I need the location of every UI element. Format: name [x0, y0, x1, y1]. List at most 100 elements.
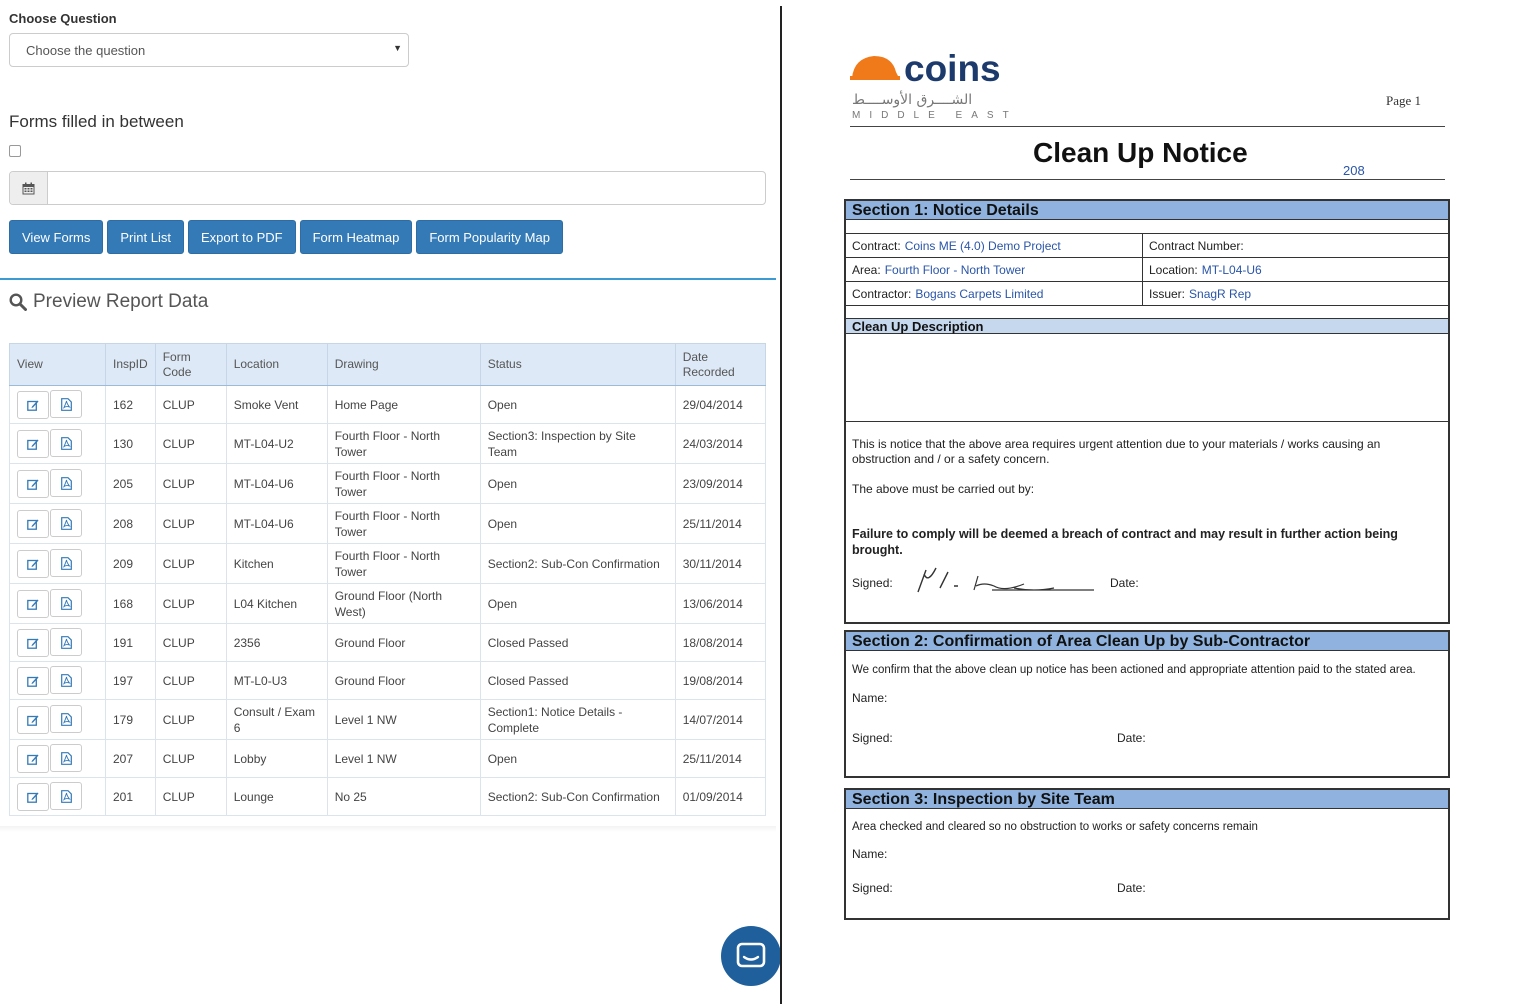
- form-code-cell: CLUP: [154, 623, 227, 662]
- section-3-text: Area checked and cleared so no obstructi…: [852, 821, 1258, 833]
- pdf-icon[interactable]: [50, 549, 82, 578]
- form-code-cell: CLUP: [154, 503, 227, 544]
- form-popularity-map-button[interactable]: Form Popularity Map: [416, 220, 563, 254]
- view-cell: [9, 503, 106, 544]
- date-recorded-cell: 24/03/2014: [674, 423, 767, 464]
- pdf-icon[interactable]: [50, 705, 82, 734]
- report-table-body: 162 CLUP Smoke Vent Home Page Open 29/04/2014…: [9, 385, 767, 816]
- export-pdf-button[interactable]: Export to PDF: [187, 220, 296, 254]
- form-code-cell: CLUP: [154, 777, 227, 816]
- col-view[interactable]: View: [9, 343, 106, 386]
- notice-text: This is notice that the above area requi…: [852, 437, 1381, 466]
- pdf-icon[interactable]: [50, 628, 82, 657]
- location-cell: 2356: [225, 623, 328, 662]
- table-row[interactable]: 197 CLUP MT-L0-U3 Ground Floor Closed Passed…: [9, 661, 767, 700]
- insp-id-cell: 130: [105, 423, 156, 464]
- form-code-cell: CLUP: [154, 661, 227, 700]
- table-row[interactable]: 207 CLUP Lobby Level 1 NW Open 25/11/2014: [9, 739, 767, 778]
- drawing-cell: No 25: [326, 777, 481, 816]
- view-cell: [9, 543, 106, 584]
- location-cell: Lobby: [225, 739, 328, 778]
- view-cell: [9, 777, 106, 816]
- pdf-icon[interactable]: [50, 429, 82, 458]
- drawing-cell: Ground Floor: [326, 623, 481, 662]
- pdf-icon[interactable]: [50, 469, 82, 498]
- drawing-cell: Fourth Floor - North Tower: [326, 423, 481, 464]
- table-row[interactable]: 209 CLUP Kitchen Fourth Floor - North Tower…: [9, 543, 767, 584]
- section-2-date-label: Date:: [1117, 731, 1146, 745]
- edit-icon[interactable]: [17, 666, 49, 695]
- pdf-icon[interactable]: [50, 782, 82, 811]
- section-3-signature-row: Signed: Date:: [846, 861, 1448, 901]
- status-cell: Open: [479, 739, 676, 778]
- form-heatmap-button[interactable]: Form Heatmap: [299, 220, 413, 254]
- status-cell: Section2: Sub-Con Confirmation: [479, 777, 676, 816]
- col-insp-id[interactable]: InspID: [105, 343, 156, 386]
- section-1-signed-label: Signed:: [852, 576, 893, 590]
- table-row[interactable]: 179 CLUP Consult / Exam 6 Level 1 NW Section…: [9, 699, 767, 740]
- status-cell: Closed Passed: [479, 623, 676, 662]
- col-location[interactable]: Location: [225, 343, 328, 386]
- view-cell: [9, 661, 106, 700]
- logo-arabic: الشــــرق الأوســــط: [852, 92, 973, 108]
- pdf-icon[interactable]: [50, 666, 82, 695]
- insp-id-cell: 197: [105, 661, 156, 700]
- table-row[interactable]: 205 CLUP MT-L04-U6 Fourth Floor - North Tow…: [9, 463, 767, 504]
- drawing-cell: Level 1 NW: [326, 739, 481, 778]
- table-row[interactable]: 130 CLUP MT-L04-U2 Fourth Floor - North Tow…: [9, 423, 767, 464]
- view-forms-button[interactable]: View Forms: [9, 220, 104, 254]
- date-recorded-cell: 29/04/2014: [674, 385, 767, 424]
- coins-logo: coins الشــــرق الأوســــط MIDDLE EAST: [850, 46, 1030, 126]
- edit-icon[interactable]: [17, 628, 49, 657]
- edit-icon[interactable]: [17, 509, 49, 538]
- location-cell: MT-L04-U6: [225, 503, 328, 544]
- status-cell: Closed Passed: [479, 661, 676, 700]
- section-1-signature-row: Signed: Date:: [846, 558, 1448, 598]
- pdf-icon[interactable]: [50, 390, 82, 419]
- drawing-cell: Level 1 NW: [326, 699, 481, 740]
- section-2: Section 2: Confirmation of Area Clean Up…: [844, 630, 1450, 778]
- contractor-row: Contractor: Bogans Carpets Limited Issuer…: [846, 282, 1448, 306]
- area-row: Area: Fourth Floor - North Tower Location…: [846, 258, 1448, 282]
- carried-out-text: The above must be carried out by:: [852, 482, 1035, 496]
- date-filter-checkbox[interactable]: [9, 145, 21, 157]
- edit-icon[interactable]: [17, 589, 49, 618]
- table-row[interactable]: 208 CLUP MT-L04-U6 Fourth Floor - North Tow…: [9, 503, 767, 544]
- insp-id-cell: 162: [105, 385, 156, 424]
- edit-icon[interactable]: [17, 705, 49, 734]
- table-row[interactable]: 201 CLUP Lounge No 25 Section2: Sub-Con Conf…: [9, 777, 767, 816]
- col-form-code[interactable]: Form Code: [154, 343, 227, 386]
- date-recorded-cell: 14/07/2014: [674, 699, 767, 740]
- edit-icon[interactable]: [17, 782, 49, 811]
- pdf-icon[interactable]: [50, 589, 82, 618]
- title-rule: [850, 179, 1445, 180]
- edit-icon[interactable]: [17, 549, 49, 578]
- edit-icon[interactable]: [17, 390, 49, 419]
- edit-icon[interactable]: [17, 744, 49, 773]
- location-cell: Consult / Exam 6: [225, 699, 328, 740]
- pdf-icon[interactable]: [50, 744, 82, 773]
- pdf-icon[interactable]: [50, 509, 82, 538]
- logo-wordmark: coins: [904, 48, 1001, 89]
- calendar-icon[interactable]: [10, 172, 48, 204]
- document-title: Clean Up Notice: [1033, 137, 1248, 168]
- edit-icon[interactable]: [17, 469, 49, 498]
- col-status[interactable]: Status: [479, 343, 676, 386]
- search-icon: [9, 293, 27, 311]
- chat-launcher[interactable]: [721, 926, 781, 986]
- section-1-date-label: Date:: [1110, 576, 1139, 590]
- insp-id-cell: 205: [105, 463, 156, 504]
- form-code-cell: CLUP: [154, 699, 227, 740]
- table-row[interactable]: 162 CLUP Smoke Vent Home Page Open 29/04/2014: [9, 385, 767, 424]
- col-date-recorded[interactable]: Date Recorded: [674, 343, 767, 386]
- table-row[interactable]: 168 CLUP L04 Kitchen Ground Floor (North We…: [9, 583, 767, 624]
- header-rule: [850, 126, 1445, 127]
- question-select[interactable]: Choose the question ▼: [9, 33, 409, 67]
- table-row[interactable]: 191 CLUP 2356 Ground Floor Closed Passed 18/0…: [9, 623, 767, 662]
- contract-label: Contract:: [852, 239, 901, 253]
- col-drawing[interactable]: Drawing: [326, 343, 481, 386]
- date-recorded-cell: 13/06/2014: [674, 583, 767, 624]
- print-list-button[interactable]: Print List: [107, 220, 184, 254]
- contract-value: Coins ME (4.0) Demo Project: [904, 239, 1061, 253]
- edit-icon[interactable]: [17, 429, 49, 458]
